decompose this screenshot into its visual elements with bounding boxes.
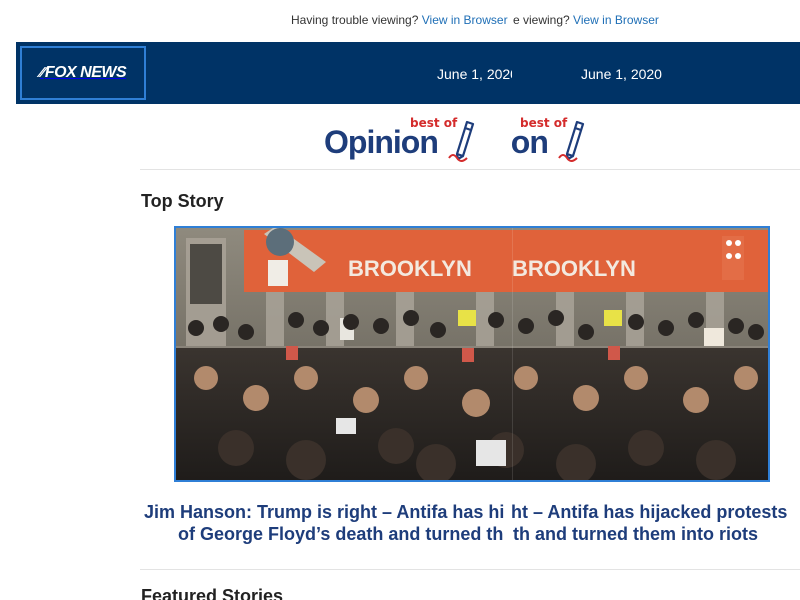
view-in-browser-link[interactable]: View in Browser: [422, 13, 508, 27]
pen-icon: [448, 120, 475, 162]
view-in-browser-link[interactable]: View in Browser: [573, 13, 659, 27]
preheader-text: Having trouble viewing?: [291, 13, 422, 27]
protest-photo: BROOKLYN BROOKLYN: [176, 228, 768, 480]
headline-text: ht – Antifa has hijacked protests: [511, 502, 788, 522]
best-of-opinion-logo[interactable]: Opinion best of: [512, 116, 632, 166]
top-story-headline-link[interactable]: Jim Hanson: Trump is right – Antifa has …: [141, 498, 800, 548]
header-date: June 1, 2020: [437, 66, 512, 82]
headline-text: of George Floyd’s death and turned th: [178, 524, 504, 544]
featured-stories-heading: Featured Stories: [141, 586, 284, 600]
preheader-segment: Having trouble viewing? View in Browser: [291, 13, 513, 27]
pen-icon: [558, 120, 585, 162]
top-story-heading: Top Story: [141, 191, 224, 211]
best-of-opinion-banner: Opinion best of Opinion best of: [140, 112, 800, 170]
headline-text: th and turned them into riots: [513, 524, 758, 544]
fox-news-logo-link[interactable]: ⁄⁄FOX NEWS: [20, 46, 146, 100]
fox-news-logo: ⁄⁄FOX NEWS: [39, 64, 127, 81]
banner-text: BROOKLYN: [348, 256, 472, 281]
headline-text: Jim Hanson: Trump is right – Antifa has …: [144, 502, 505, 522]
header-date: June 1, 2020: [581, 66, 662, 82]
site-header: ⁄⁄FOX NEWS June 1, 2020 June 1, 2020: [16, 42, 800, 104]
top-story-image-link[interactable]: BROOKLYN BROOKLYN: [174, 226, 770, 482]
best-of-opinion-logo[interactable]: Opinion best of: [324, 116, 514, 166]
preheader: Having trouble viewing? View in Browser …: [0, 13, 800, 29]
preheader-segment: e viewing? View in Browser: [513, 13, 659, 27]
preheader-text: e viewing?: [513, 13, 574, 27]
section-divider: [140, 569, 800, 570]
banner-text: BROOKLYN: [512, 256, 636, 281]
